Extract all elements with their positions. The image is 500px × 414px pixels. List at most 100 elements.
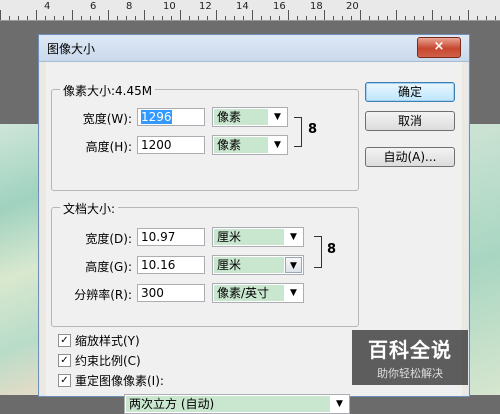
ruler-tick bbox=[378, 16, 379, 20]
ruler-tick bbox=[243, 16, 244, 20]
ruler-tick bbox=[288, 10, 289, 20]
ruler-number: 8 bbox=[126, 1, 133, 12]
document-size-group: 文档大小: 宽度(D): 10.97 厘米 ▼ 高度(G): 10.16 厘米 … bbox=[51, 200, 359, 327]
doc-width-unit: 厘米 bbox=[214, 229, 284, 245]
pixel-dimensions-group: 像素大小:4.45M 宽度(W): 1296 像素 ▼ 高度(H): 1200 … bbox=[51, 82, 359, 191]
ruler-tick bbox=[315, 16, 316, 20]
pixel-height-label: 高度(H): bbox=[85, 140, 132, 154]
ruler-tick bbox=[162, 16, 163, 20]
chevron-down-icon: ▼ bbox=[274, 112, 281, 122]
ruler-tick bbox=[423, 16, 424, 20]
document-canvas-right bbox=[470, 124, 500, 395]
ruler-tick bbox=[54, 16, 55, 20]
chevron-down-icon: ▼ bbox=[285, 257, 302, 273]
auto-button[interactable]: 自动(A)... bbox=[365, 147, 455, 167]
pixel-height-unit-select[interactable]: 像素 ▼ bbox=[212, 135, 288, 155]
doc-width-input[interactable]: 10.97 bbox=[137, 228, 205, 246]
resolution-unit: 像素/英寸 bbox=[214, 285, 284, 301]
doc-height-unit: 厘米 bbox=[214, 257, 284, 273]
ruler-tick bbox=[306, 16, 307, 20]
ruler-tick bbox=[117, 16, 118, 20]
link-icon: 8 bbox=[308, 122, 318, 137]
doc-width-unit-select[interactable]: 厘米 ▼ bbox=[212, 227, 304, 247]
document-canvas bbox=[0, 124, 40, 395]
ruler-number: 10 bbox=[163, 1, 176, 12]
doc-width-label: 宽度(D): bbox=[85, 232, 132, 246]
ruler-tick bbox=[270, 16, 271, 20]
pixel-dimensions-legend: 像素大小:4.45M bbox=[60, 82, 156, 99]
pixel-width-unit: 像素 bbox=[214, 109, 268, 125]
ruler-tick bbox=[486, 16, 487, 20]
ruler-tick bbox=[171, 16, 172, 20]
pixel-width-label: 宽度(W): bbox=[82, 112, 132, 126]
ruler-number: 6 bbox=[90, 1, 97, 12]
ruler-tick bbox=[135, 16, 136, 20]
doc-height-unit-select[interactable]: 厘米 ▼ bbox=[212, 255, 304, 275]
ruler-number: 4 bbox=[44, 1, 51, 12]
scale-styles-label: 缩放样式(Y) bbox=[75, 334, 140, 348]
ruler-tick bbox=[369, 16, 370, 20]
ruler-tick bbox=[90, 16, 91, 20]
ruler-tick bbox=[225, 16, 226, 20]
ruler-tick bbox=[18, 16, 19, 20]
doc-height-label: 高度(G): bbox=[85, 260, 132, 274]
ruler-number: 12 bbox=[199, 1, 212, 12]
document-size-legend: 文档大小: bbox=[60, 200, 119, 217]
resample-image-checkbox[interactable]: ✓ 重定图像像素(I): bbox=[58, 372, 164, 389]
ruler-tick bbox=[27, 16, 28, 20]
cancel-button[interactable]: 取消 bbox=[365, 111, 455, 131]
top-ruler: 4 6 8 10 12 14 16 18 20 bbox=[0, 0, 500, 21]
ruler-tick bbox=[297, 16, 298, 20]
ruler-tick bbox=[405, 16, 406, 20]
pixel-width-value: 1296 bbox=[141, 110, 172, 124]
dialog-titlebar[interactable]: 图像大小 × bbox=[39, 35, 469, 62]
ruler-tick bbox=[396, 10, 397, 20]
ruler-tick bbox=[432, 10, 433, 20]
ruler-tick bbox=[450, 16, 451, 20]
ruler-tick bbox=[108, 10, 109, 20]
ruler-tick bbox=[99, 16, 100, 20]
ruler-tick bbox=[414, 16, 415, 20]
resolution-label: 分辨率(R): bbox=[74, 288, 132, 302]
ruler-tick bbox=[9, 16, 10, 20]
ruler-number: 20 bbox=[346, 1, 359, 12]
ruler-tick bbox=[36, 10, 37, 20]
ok-button[interactable]: 确定 bbox=[365, 82, 455, 102]
ruler-tick bbox=[342, 16, 343, 20]
chevron-down-icon: ▼ bbox=[274, 140, 281, 150]
resolution-unit-select[interactable]: 像素/英寸 ▼ bbox=[212, 283, 304, 303]
resample-method-select[interactable]: 两次立方 (自动) ▼ bbox=[124, 394, 350, 414]
close-button[interactable]: × bbox=[417, 37, 461, 58]
constrain-bracket bbox=[314, 236, 322, 268]
ruler-tick bbox=[189, 16, 190, 20]
ruler-number: 14 bbox=[236, 1, 249, 12]
ruler-tick bbox=[207, 16, 208, 20]
watermark-main-text: 百科全说 bbox=[368, 338, 452, 362]
close-icon: × bbox=[433, 39, 445, 54]
checkmark-icon: ✓ bbox=[58, 354, 71, 367]
resolution-value: 300 bbox=[141, 286, 164, 300]
pixel-width-input[interactable]: 1296 bbox=[137, 108, 205, 126]
checkmark-icon: ✓ bbox=[58, 374, 71, 387]
ruler-tick bbox=[279, 16, 280, 20]
ruler-tick bbox=[324, 10, 325, 20]
ruler-number: 16 bbox=[273, 1, 286, 12]
ruler-tick bbox=[360, 10, 361, 20]
ruler-number: 18 bbox=[310, 1, 323, 12]
ruler-tick bbox=[63, 16, 64, 20]
ruler-tick bbox=[495, 16, 496, 20]
ruler-tick bbox=[216, 10, 217, 20]
ruler-tick bbox=[477, 16, 478, 20]
chevron-down-icon: ▼ bbox=[336, 399, 343, 409]
ruler-tick bbox=[387, 16, 388, 20]
constrain-proportions-checkbox[interactable]: ✓ 约束比例(C) bbox=[58, 352, 141, 369]
doc-height-input[interactable]: 10.16 bbox=[137, 256, 205, 274]
scale-styles-checkbox[interactable]: ✓ 缩放样式(Y) bbox=[58, 332, 140, 349]
resample-image-label: 重定图像像素(I): bbox=[75, 374, 164, 388]
resolution-input[interactable]: 300 bbox=[137, 284, 205, 302]
ruler-tick bbox=[0, 10, 1, 20]
ruler-tick bbox=[261, 16, 262, 20]
resample-method-value: 两次立方 (自动) bbox=[126, 396, 330, 412]
pixel-width-unit-select[interactable]: 像素 ▼ bbox=[212, 107, 288, 127]
pixel-height-input[interactable]: 1200 bbox=[137, 136, 205, 154]
